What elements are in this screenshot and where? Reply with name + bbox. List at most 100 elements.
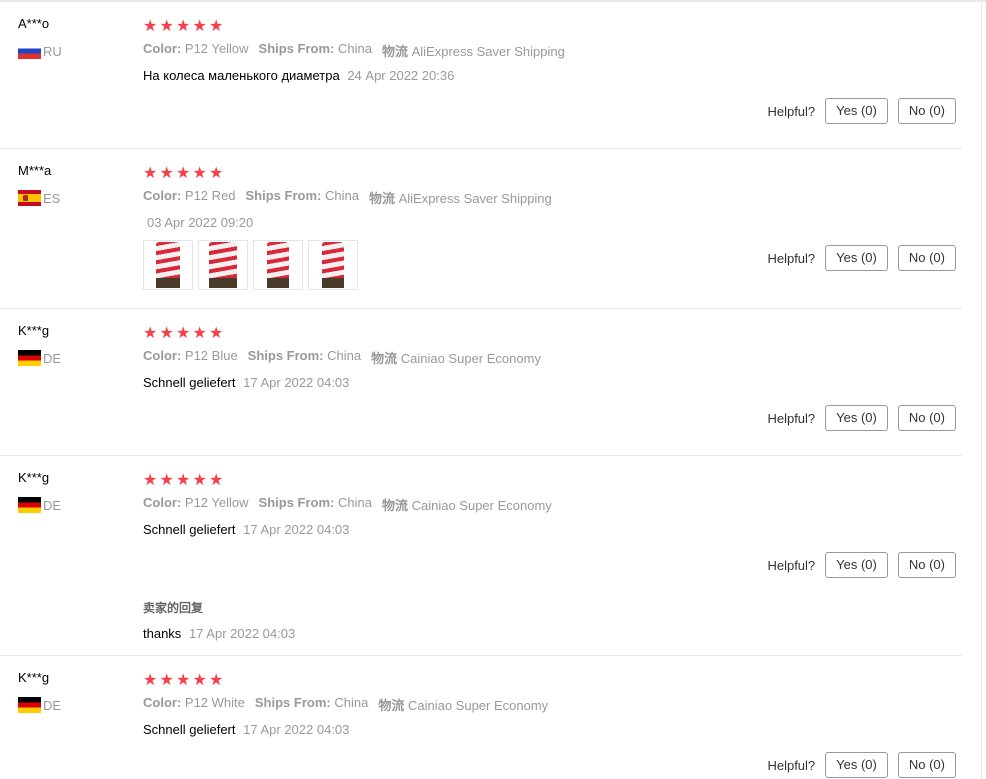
- reviewer-name: K***g: [18, 670, 50, 685]
- star-rating: ★ ★ ★ ★ ★: [143, 325, 541, 343]
- helpful-no-button[interactable]: No (0): [897, 752, 956, 778]
- star-icon: ★: [143, 165, 158, 182]
- seller-reply-text: thanks: [143, 626, 182, 641]
- review-text: На колеса маленького диаметра: [143, 68, 340, 83]
- review-item: M***a ES ★ ★ ★ ★ ★ Color: P12 Red Ships From…: [0, 149, 962, 309]
- review-photo-thumbnail[interactable]: [253, 240, 303, 290]
- ships-from-attr: Ships From: China: [258, 41, 372, 56]
- star-icon: ★: [143, 325, 158, 342]
- helpful-label: Helpful?: [767, 103, 816, 119]
- right-border: [981, 0, 982, 779]
- star-rating: ★ ★ ★ ★ ★: [143, 672, 548, 690]
- review-photo-thumbnail[interactable]: [308, 240, 358, 290]
- star-icon: ★: [209, 18, 224, 35]
- helpful-vote: Helpful? Yes (0) No (0): [767, 552, 956, 578]
- star-icon: ★: [159, 18, 174, 35]
- star-icon: ★: [159, 165, 174, 182]
- spain-flag-icon: [18, 190, 41, 206]
- review-text: Schnell geliefert: [143, 522, 236, 537]
- review-item: K***g DE ★ ★ ★ ★ ★ Color: P12 White Ships Fr…: [0, 656, 962, 779]
- review-text-line: На колеса маленького диаметра 24 Apr 202…: [143, 68, 565, 83]
- review-content: ★ ★ ★ ★ ★ Color: P12 Blue Ships From: China …: [143, 325, 541, 390]
- ships-from-attr: Ships From: China: [258, 495, 372, 510]
- photo-image: [322, 242, 344, 288]
- country-code: DE: [43, 350, 62, 366]
- star-rating: ★ ★ ★ ★ ★: [143, 472, 552, 490]
- star-icon: ★: [192, 18, 207, 35]
- review-photo-thumbnail[interactable]: [143, 240, 193, 290]
- star-icon: ★: [192, 325, 207, 342]
- germany-flag-icon: [18, 497, 41, 513]
- helpful-no-button[interactable]: No (0): [897, 552, 956, 578]
- review-content: ★ ★ ★ ★ ★ Color: P12 Red Ships From: China 物…: [143, 165, 552, 290]
- star-icon: ★: [209, 672, 224, 689]
- helpful-yes-button[interactable]: Yes (0): [825, 98, 888, 124]
- review-meta: Color: P12 Red Ships From: China 物流 AliE…: [143, 188, 552, 207]
- review-content: ★ ★ ★ ★ ★ Color: P12 Yellow Ships From: Chin…: [143, 472, 552, 641]
- helpful-yes-button[interactable]: Yes (0): [825, 245, 888, 271]
- review-photo-thumbnail[interactable]: [198, 240, 248, 290]
- review-item: K***g DE ★ ★ ★ ★ ★ Color: P12 Yellow Ships F…: [0, 456, 962, 656]
- helpful-no-button[interactable]: No (0): [897, 98, 956, 124]
- star-icon: ★: [159, 325, 174, 342]
- helpful-vote: Helpful? Yes (0) No (0): [767, 405, 956, 431]
- star-icon: ★: [209, 325, 224, 342]
- logistics-attr: 物流 AliExpress Saver Shipping: [381, 44, 565, 59]
- ships-from-attr: Ships From: China: [247, 348, 362, 363]
- reviewer-country: DE: [18, 697, 61, 713]
- star-icon: ★: [176, 672, 191, 689]
- star-rating: ★ ★ ★ ★ ★: [143, 165, 552, 183]
- review-item: A***o RU ★ ★ ★ ★ ★ Color: P12 Yellow Ships F…: [0, 2, 962, 149]
- helpful-vote: Helpful? Yes (0) No (0): [767, 245, 956, 271]
- reviewer-name: A***o: [18, 16, 50, 31]
- review-photos: [143, 240, 552, 290]
- review-text-line: Schnell geliefert 17 Apr 2022 04:03: [143, 522, 552, 537]
- seller-reply: thanks 17 Apr 2022 04:03: [143, 626, 552, 641]
- review-content: ★ ★ ★ ★ ★ Color: P12 White Ships From: China…: [143, 672, 548, 737]
- star-icon: ★: [192, 672, 207, 689]
- country-code: ES: [43, 190, 61, 206]
- helpful-label: Helpful?: [767, 410, 816, 426]
- star-icon: ★: [159, 472, 174, 489]
- review-text-line: Schnell geliefert 17 Apr 2022 04:03: [143, 722, 548, 737]
- ships-from-attr: Ships From: China: [245, 188, 359, 203]
- country-code: RU: [43, 43, 62, 59]
- logistics-attr: 物流 Cainiao Super Economy: [378, 698, 549, 713]
- helpful-yes-button[interactable]: Yes (0): [825, 405, 888, 431]
- helpful-vote: Helpful? Yes (0) No (0): [767, 98, 956, 124]
- star-icon: ★: [192, 472, 207, 489]
- star-icon: ★: [176, 325, 191, 342]
- logistics-attr: 物流 Cainiao Super Economy: [371, 351, 541, 366]
- review-text-line: Schnell geliefert 17 Apr 2022 04:03: [143, 375, 541, 390]
- reviewer-name: K***g: [18, 470, 50, 485]
- reviewer-country: RU: [18, 43, 62, 59]
- helpful-yes-button[interactable]: Yes (0): [825, 552, 888, 578]
- germany-flag-icon: [18, 350, 41, 366]
- reviewer-country: DE: [18, 350, 61, 366]
- review-text: Schnell geliefert: [143, 722, 236, 737]
- helpful-no-button[interactable]: No (0): [897, 405, 956, 431]
- review-date: 17 Apr 2022 04:03: [243, 375, 350, 390]
- review-meta: Color: P12 White Ships From: China 物流 Ca…: [143, 695, 548, 714]
- country-code: DE: [43, 697, 62, 713]
- reviewer-name: K***g: [18, 323, 50, 338]
- star-icon: ★: [176, 18, 191, 35]
- color-attr: Color: P12 Red: [143, 188, 236, 203]
- color-attr: Color: P12 White: [143, 695, 245, 710]
- review-date: 24 Apr 2022 20:36: [347, 68, 455, 83]
- logistics-attr: 物流 AliExpress Saver Shipping: [368, 191, 552, 206]
- russia-flag-icon: [18, 43, 41, 59]
- helpful-label: Helpful?: [767, 557, 816, 573]
- photo-image: [209, 242, 237, 288]
- helpful-yes-button[interactable]: Yes (0): [825, 752, 888, 778]
- star-icon: ★: [209, 472, 224, 489]
- color-attr: Color: P12 Blue: [143, 348, 238, 363]
- helpful-no-button[interactable]: No (0): [897, 245, 956, 271]
- photo-image: [156, 242, 180, 288]
- seller-reply-date: 17 Apr 2022 04:03: [188, 626, 296, 641]
- review-item: K***g DE ★ ★ ★ ★ ★ Color: P12 Blue Ships Fro…: [0, 309, 962, 456]
- logistics-attr: 物流 Cainiao Super Economy: [381, 498, 552, 513]
- review-date: 17 Apr 2022 04:03: [243, 522, 350, 537]
- star-rating: ★ ★ ★ ★ ★: [143, 18, 565, 36]
